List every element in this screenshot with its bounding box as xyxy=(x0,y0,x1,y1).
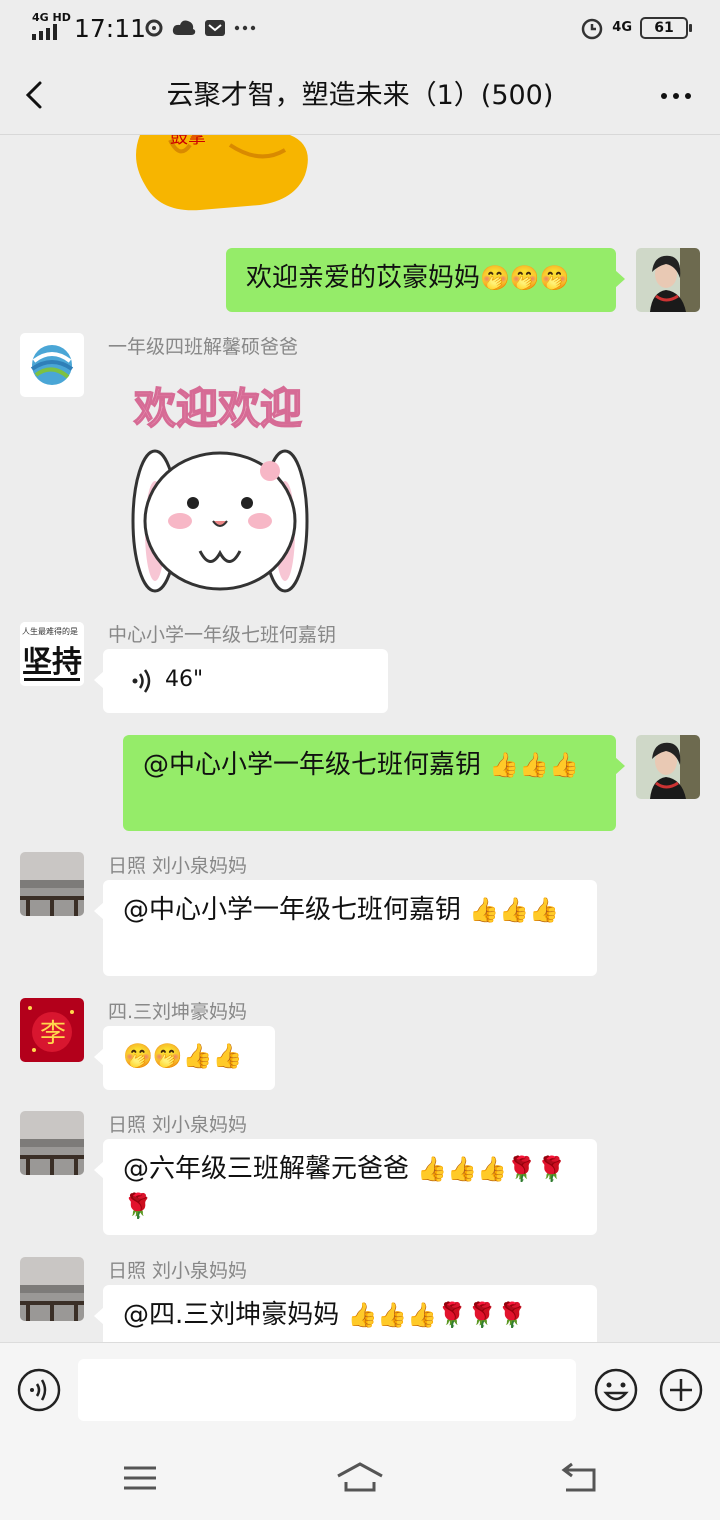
sticker-message[interactable]: 鼓掌 xyxy=(110,135,320,215)
chat-title: 云聚才智，塑造未来（1）(500) xyxy=(166,80,554,111)
sender-name: 日照 刘小泉妈妈 xyxy=(108,1260,248,1282)
voice-message[interactable]: 46" xyxy=(94,649,388,713)
emoji: 👍👍👍 xyxy=(489,751,579,779)
status-bar: 4G HD 17:11 4G 61 xyxy=(0,0,720,56)
message-text: @六年级三班解馨元爸爸 xyxy=(123,1154,418,1184)
avatar[interactable] xyxy=(636,735,700,799)
clap-sticker: 鼓掌 xyxy=(136,135,308,211)
home-icon[interactable] xyxy=(334,1456,386,1500)
avatar[interactable]: 李 xyxy=(20,998,84,1062)
emoji: 🤭🤭🤭 xyxy=(480,264,570,292)
china-mobile-logo xyxy=(30,345,74,385)
emoji: 👍👍👍 xyxy=(469,896,559,924)
avatar-text: 李 xyxy=(40,1019,66,1049)
system-navigation-bar xyxy=(0,1436,720,1520)
notification-icon xyxy=(145,19,163,37)
bunny-welcome-sticker: 欢迎欢迎 xyxy=(131,383,309,593)
avatar[interactable] xyxy=(636,248,700,312)
message-input[interactable] xyxy=(78,1359,576,1421)
more-icon[interactable] xyxy=(656,76,696,116)
cloud-icon xyxy=(172,20,196,35)
back-icon[interactable] xyxy=(16,75,56,115)
woman-avatar-photo xyxy=(636,735,700,799)
message-text: @中心小学一年级七班何嘉钥 xyxy=(143,750,490,780)
sticker-message[interactable]: 欢迎欢迎 xyxy=(100,371,330,603)
avatar-slogan: 人生最难得的是 xyxy=(22,626,78,636)
message-list[interactable]: 鼓掌 欢迎亲爱的苡豪妈妈🤭🤭🤭 一年级四班解馨硕爸爸 欢迎欢迎 人生最难得的是 … xyxy=(0,135,720,1342)
menu-icon[interactable] xyxy=(118,1456,162,1500)
alarm-icon xyxy=(582,18,603,40)
add-icon[interactable] xyxy=(658,1367,704,1413)
avatar[interactable]: 人生最难得的是 坚持 xyxy=(20,622,84,686)
calligraphy-avatar: 人生最难得的是 坚持 xyxy=(20,622,84,686)
avatar[interactable] xyxy=(20,1111,84,1175)
battery-indicator: 61 xyxy=(640,17,692,39)
avatar[interactable] xyxy=(20,852,84,916)
voice-duration: 46" xyxy=(165,667,204,692)
message-bubble[interactable]: 🤭🤭👍👍 xyxy=(94,1026,275,1090)
notification-icons xyxy=(144,16,256,40)
chat-header: 云聚才智，塑造未来（1）(500) xyxy=(0,56,720,135)
avatar[interactable] xyxy=(20,1257,84,1321)
network-4g: 4G xyxy=(612,20,632,35)
lake-avatar-photo xyxy=(20,1111,84,1175)
sender-name: 一年级四班解馨硕爸爸 xyxy=(108,336,299,358)
message-text: @四.三刘坤豪妈妈 xyxy=(123,1300,348,1330)
message-bubble[interactable]: @四.三刘坤豪妈妈 👍👍👍🌹🌹🌹 xyxy=(94,1285,597,1342)
woman-avatar-photo xyxy=(636,248,700,312)
clock: 17:11 xyxy=(74,14,147,43)
signal-icon xyxy=(32,24,57,40)
message-bubble[interactable]: @六年级三班解馨元爸爸 👍👍👍🌹🌹🌹 xyxy=(94,1139,597,1235)
message-text: 欢迎亲爱的苡豪妈妈 xyxy=(246,263,481,293)
sender-name: 日照 刘小泉妈妈 xyxy=(108,855,248,877)
return-icon[interactable] xyxy=(558,1456,602,1500)
message-bubble[interactable]: @中心小学一年级七班何嘉钥 👍👍👍 xyxy=(94,880,597,976)
voice-icon[interactable] xyxy=(16,1367,62,1413)
message-bubble[interactable]: 欢迎亲爱的苡豪妈妈🤭🤭🤭 xyxy=(226,248,625,312)
avatar-big-text: 坚持 xyxy=(22,645,82,680)
sticker-caption: 欢迎欢迎 xyxy=(133,384,302,433)
emoji-icon[interactable] xyxy=(593,1367,639,1413)
sender-name: 四.三刘坤豪妈妈 xyxy=(108,1001,248,1023)
sticker-caption: 鼓掌 xyxy=(170,135,206,148)
avatar[interactable] xyxy=(20,333,84,397)
dots-icon xyxy=(234,25,256,31)
network-type: 4G HD xyxy=(32,11,71,24)
voice-wave-icon xyxy=(132,669,151,693)
sender-name: 日照 刘小泉妈妈 xyxy=(108,1114,248,1136)
lake-avatar-photo xyxy=(20,852,84,916)
mail-icon xyxy=(205,20,225,36)
sender-name: 中心小学一年级七班何嘉钥 xyxy=(108,624,337,646)
lake-avatar-photo xyxy=(20,1257,84,1321)
message-bubble[interactable]: @中心小学一年级七班何嘉钥 👍👍👍 xyxy=(123,735,625,831)
emoji: 🤭🤭👍👍 xyxy=(123,1042,243,1070)
message-text: @中心小学一年级七班何嘉钥 xyxy=(123,895,470,925)
input-bar xyxy=(0,1342,720,1437)
red-newyear-avatar: 李 xyxy=(20,998,84,1062)
emoji: 👍👍👍🌹🌹🌹 xyxy=(347,1301,527,1329)
